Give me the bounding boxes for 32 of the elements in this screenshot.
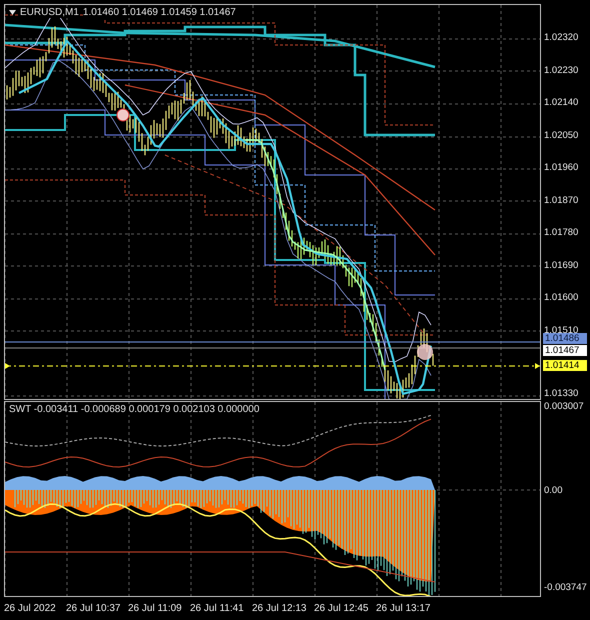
signal-marker <box>417 344 433 360</box>
caret-icon[interactable] <box>9 10 16 15</box>
indicator-axis-label: 0.00 <box>544 485 562 496</box>
price-axis-label: 1.02230 <box>544 64 578 76</box>
price-tag: 1.01467 <box>543 345 587 356</box>
price-axis-label: 1.02050 <box>544 130 578 140</box>
time-axis-label: 26 Jul 10:37 <box>66 602 122 614</box>
time-axis-label: 26 Jul 11:41 <box>190 602 245 614</box>
time-axis-label: 26 Jul 12:45 <box>314 602 370 614</box>
symbol-label: EURUSD,M1 <box>20 7 79 18</box>
price-axis-label: 1.01600 <box>544 292 578 303</box>
price-axis-label: 1.02320 <box>544 32 578 43</box>
price-tag: 1.01486 <box>543 333 587 344</box>
level-marker-icon <box>535 363 540 369</box>
indicator-axis-label: 0.003007 <box>544 401 584 412</box>
price-axis-label: 1.01330 <box>544 388 578 399</box>
price-axis-label: 1.01690 <box>544 260 578 270</box>
price-axis-label: 1.01510 <box>544 324 578 336</box>
level-marker-icon <box>5 363 10 369</box>
price-axis-label: 1.01780 <box>544 227 578 238</box>
signal-marker <box>116 108 130 122</box>
time-axis-label: 26 Jul 2022 <box>4 602 57 614</box>
time-axis-label: 26 Jul 13:17 <box>376 602 432 614</box>
time-axis-label: 26 Jul 11:09 <box>128 602 183 614</box>
price-tag: 1.01414 <box>543 360 587 371</box>
indicator-values: SWT -0.003411 -0.000689 0.000179 0.002103 0.000000 <box>9 404 260 415</box>
price-axis-label: 1.02140 <box>544 97 578 108</box>
price-values: 1.01460 1.01469 1.01459 1.01467 <box>82 7 236 18</box>
time-axis-label: 26 Jul 12:13 <box>252 602 308 614</box>
price-axis-label: 1.01870 <box>544 194 578 206</box>
price-axis-label: 1.01960 <box>544 162 578 173</box>
indicator-axis-label: -0.003747 <box>544 582 587 593</box>
